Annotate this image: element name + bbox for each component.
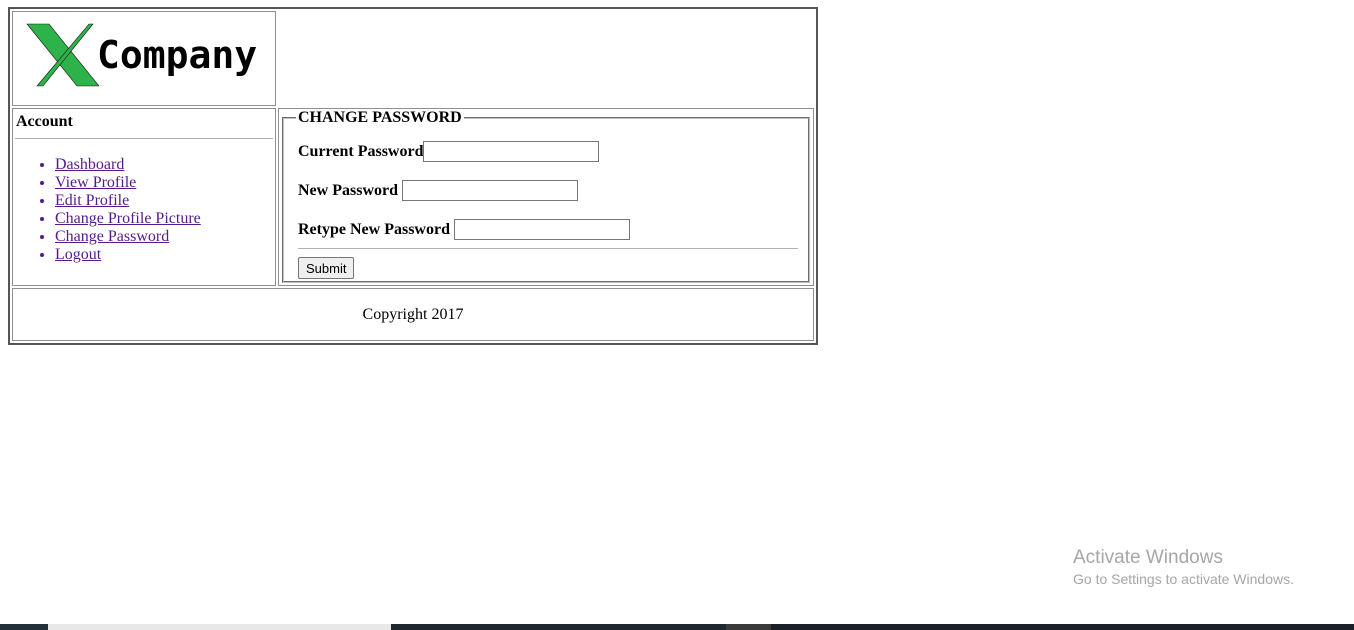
taskbar-start-area[interactable] [0, 624, 48, 630]
new-password-row: New Password [298, 180, 578, 201]
form-divider [298, 248, 798, 249]
sidebar-divider [15, 138, 273, 139]
change-profile-picture-link[interactable]: Change Profile Picture [55, 210, 201, 227]
sidebar: Account Dashboard View Profile Edit Prof… [12, 108, 276, 286]
taskbar [0, 624, 1354, 630]
new-password-input[interactable] [402, 180, 578, 201]
company-logo: Company [23, 22, 257, 88]
retype-password-label: Retype New Password [298, 220, 450, 238]
edit-profile-link[interactable]: Edit Profile [55, 192, 129, 209]
retype-password-row: Retype New Password [298, 219, 630, 240]
sidebar-item-logout: Logout [55, 246, 201, 264]
copyright-text: Copyright 2017 [362, 306, 464, 323]
header-empty-cell [278, 11, 814, 106]
x-logo-icon [26, 23, 99, 87]
taskbar-apps-area[interactable] [391, 624, 726, 630]
change-password-link[interactable]: Change Password [55, 228, 169, 245]
submit-button[interactable]: Submit [298, 257, 355, 279]
change-password-legend: CHANGE PASSWORD [298, 109, 462, 126]
view-profile-link[interactable]: View Profile [55, 174, 136, 191]
main-content: CHANGE PASSWORD Current Password New Pas… [278, 108, 814, 286]
current-password-row: Current Password [298, 141, 600, 162]
sidebar-item-change-profile-picture: Change Profile Picture [55, 210, 201, 228]
sidebar-item-dashboard: Dashboard [55, 156, 201, 174]
page-layout-table: Company Account Dashboard View Profile E… [8, 7, 818, 345]
watermark-title: Activate Windows [1073, 547, 1223, 568]
footer: Copyright 2017 [12, 288, 814, 341]
taskbar-active-app[interactable] [726, 624, 771, 630]
watermark-subtitle: Go to Settings to activate Windows. [1073, 571, 1294, 587]
sidebar-item-edit-profile: Edit Profile [55, 192, 201, 210]
sidebar-title: Account [16, 113, 73, 130]
logo-text: Company [97, 33, 258, 77]
sidebar-item-view-profile: View Profile [55, 174, 201, 192]
retype-password-input[interactable] [453, 219, 630, 240]
activate-windows-watermark: Activate Windows Go to Settings to activ… [1073, 547, 1294, 587]
logo-cell: Company [12, 11, 276, 106]
logout-link[interactable]: Logout [55, 246, 101, 263]
current-password-label: Current Password [298, 142, 424, 160]
sidebar-menu: Dashboard View Profile Edit Profile Chan… [13, 156, 201, 264]
sidebar-item-change-password: Change Password [55, 228, 201, 246]
current-password-input[interactable] [423, 141, 600, 162]
dashboard-link[interactable]: Dashboard [55, 156, 124, 173]
change-password-fieldset: CHANGE PASSWORD Current Password New Pas… [282, 109, 810, 283]
taskbar-search-area[interactable] [48, 624, 391, 630]
new-password-label: New Password [298, 181, 398, 199]
